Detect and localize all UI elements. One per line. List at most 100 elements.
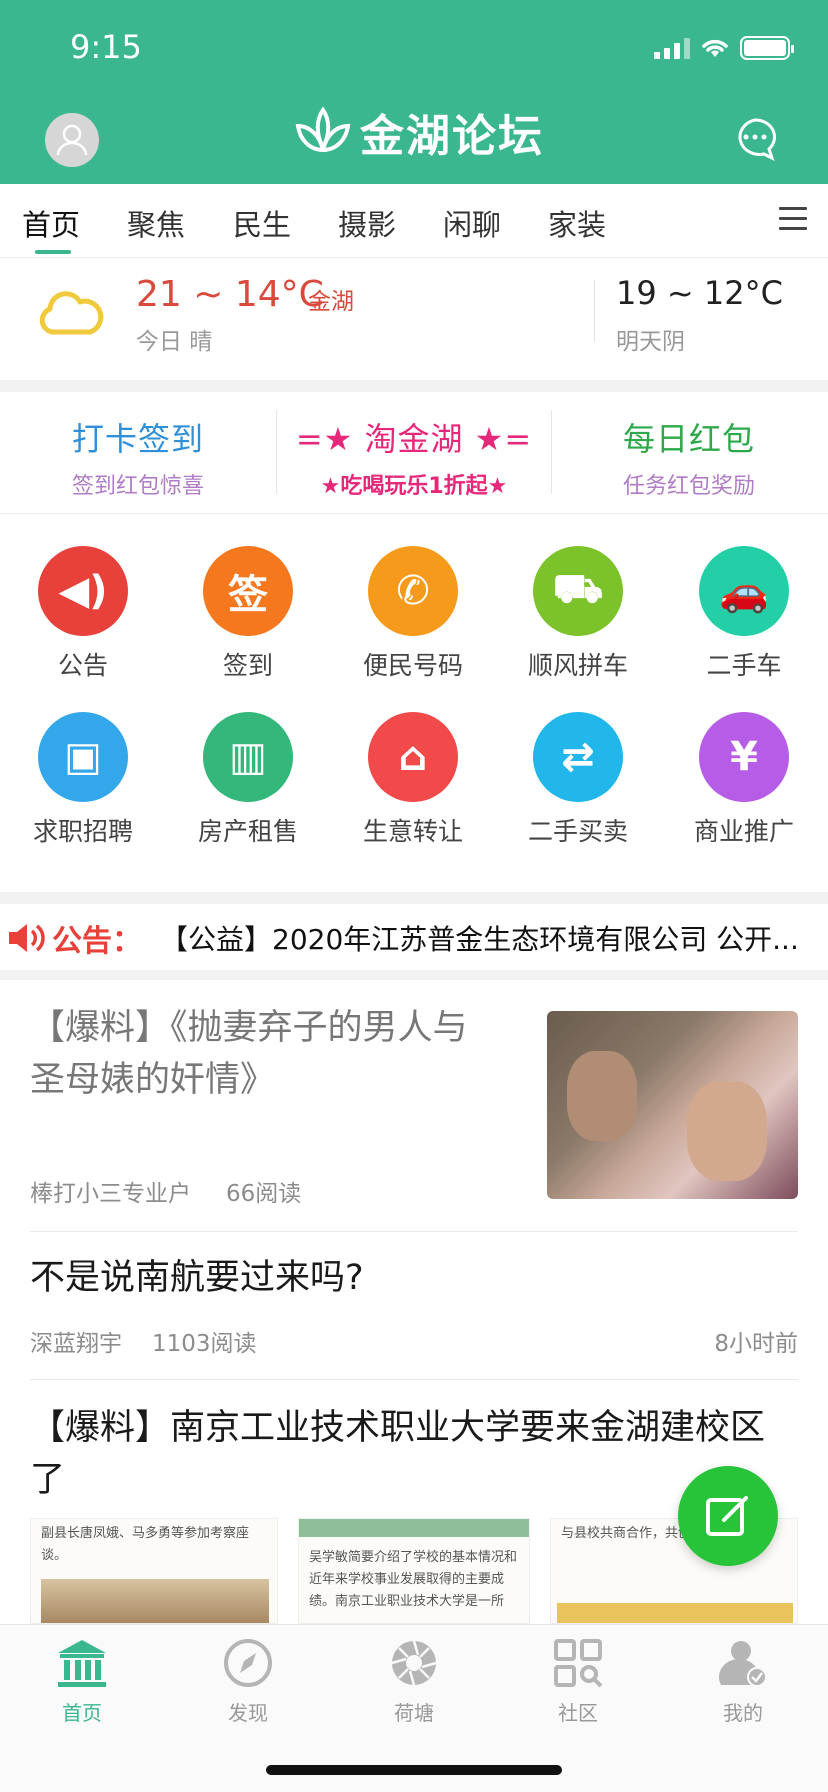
service-label: 便民号码 — [362, 651, 463, 680]
nav-community[interactable]: 社区 — [518, 1637, 638, 1726]
article-image[interactable]: 吴学敏简要介绍了学校的基本情况和近年来学校事业发展取得的主要成绩。南京工业职业技… — [298, 1518, 530, 1624]
menu-icon[interactable] — [779, 207, 807, 231]
tab-home-decor[interactable]: 家装 — [548, 202, 606, 244]
cloud-icon — [39, 291, 104, 335]
active-tab-indicator — [35, 250, 71, 254]
tomorrow-temperature: 19 ~ 12°C — [616, 274, 783, 312]
icon-glyph: ▥ — [229, 734, 267, 780]
service-label: 商业推广 — [693, 817, 794, 846]
home-indicator — [266, 1765, 562, 1775]
service-briefcase[interactable]: ▣ 求职招聘 — [13, 712, 153, 848]
icon-glyph: ¥ — [730, 734, 758, 780]
tomorrow-weather: 明天阴 — [616, 329, 685, 355]
chat-bubble-icon — [738, 118, 777, 161]
quick-link-title: 每日红包 — [622, 420, 755, 458]
article-item[interactable]: 【爆料】《抛妻弃子的男人与圣母婊的奸情》 — [30, 1002, 500, 1106]
yuan-icon: ¥ — [699, 712, 789, 802]
edit-icon — [706, 1496, 748, 1536]
tao-jinhu-link[interactable]: =★ 淘金湖 ★= ★吃喝玩乐1折起★ — [276, 392, 552, 514]
nav-discover[interactable]: 发现 — [188, 1637, 308, 1726]
service-car[interactable]: 🚗 二手车 — [674, 546, 814, 682]
icon-glyph: 签 — [228, 572, 268, 618]
photo-strip — [557, 1603, 793, 1623]
checkin-link[interactable]: 打卡签到 签到红包惊喜 — [0, 392, 276, 514]
meeting-photo — [41, 1579, 269, 1623]
icon-glyph: ✆ — [396, 568, 430, 614]
photo-face — [567, 1051, 637, 1141]
section-gap — [0, 892, 828, 904]
home-icon — [58, 1640, 106, 1687]
sign-in-icon: 签 — [203, 546, 293, 636]
service-label: 签到 — [222, 651, 273, 680]
icon-glyph: ⛟ — [552, 565, 604, 612]
tab-focus[interactable]: 聚焦 — [127, 202, 185, 244]
service-sign-in[interactable]: 签签到 — [178, 546, 318, 682]
section-gap — [0, 380, 828, 392]
quick-link-subtitle: 任务红包奖励 — [622, 474, 755, 499]
compass-icon — [224, 1639, 272, 1687]
nav-label: 荷塘 — [394, 1701, 434, 1725]
service-exchange[interactable]: ⇄ 二手买卖 — [508, 712, 648, 848]
article-title: 【爆料】《抛妻弃子的男人与圣母婊的奸情》 — [30, 1008, 468, 1100]
car-icon: 🚗 — [699, 546, 789, 636]
speaker-icon — [9, 924, 45, 952]
service-building[interactable]: ▥ 房产租售 — [178, 712, 318, 848]
notice-text: 【公益】2020年江苏普金生态环境有限公司 公开... — [160, 923, 799, 956]
service-carpool[interactable]: ⛟ 顺风拼车 — [508, 546, 648, 682]
user-avatar[interactable] — [45, 113, 99, 167]
notice-label: 公告： — [52, 924, 142, 959]
photo-face — [687, 1081, 767, 1181]
daily-red-packet-link[interactable]: 每日红包 任务红包奖励 — [551, 392, 827, 514]
nav-label: 首页 — [62, 1701, 102, 1725]
service-shop[interactable]: ⌂ 生意转让 — [343, 712, 483, 848]
compose-button[interactable] — [678, 1466, 778, 1566]
weather-panel: 21 ~ 14°C 金湖 今日 晴 19 ~ 12°C 明天阴 — [0, 258, 828, 380]
article-image[interactable]: 副县长唐凤娥、马多勇等参加考察座谈。 — [30, 1518, 278, 1624]
weather-location: 金湖 — [308, 289, 354, 315]
phone-icon: ✆ — [368, 546, 458, 636]
nav-lotus-pond[interactable]: 荷塘 — [354, 1637, 474, 1726]
top-header: 9:15 金湖论坛 — [0, 0, 828, 184]
building-icon: ▥ — [203, 712, 293, 802]
article-title: 【爆料】南京工业技术职业大学要来金湖建校区了 — [30, 1408, 766, 1500]
nav-mine[interactable]: 我的 — [683, 1637, 803, 1726]
article-item[interactable]: 【爆料】南京工业技术职业大学要来金湖建校区了 — [30, 1402, 770, 1506]
service-phone[interactable]: ✆ 便民号码 — [343, 546, 483, 682]
weather-divider — [594, 280, 595, 342]
quick-links: 打卡签到 签到红包惊喜 =★ 淘金湖 ★= ★吃喝玩乐1折起★ 每日红包 任务红… — [0, 392, 828, 514]
icon-glyph: 🚗 — [719, 568, 769, 615]
tab-chat[interactable]: 闲聊 — [443, 202, 501, 244]
service-label: 二手买卖 — [527, 817, 628, 846]
article-reads: 1103阅读 — [152, 1331, 257, 1357]
exchange-icon: ⇄ — [533, 712, 623, 802]
quick-link-title: =★ 淘金湖 ★= — [295, 420, 533, 458]
aperture-icon — [391, 1640, 437, 1686]
tab-photography[interactable]: 摄影 — [338, 202, 396, 244]
article-title: 不是说南航要过来吗? — [30, 1258, 364, 1298]
icon-glyph: ▣ — [64, 734, 102, 780]
nav-home[interactable]: 首页 — [22, 1637, 142, 1726]
message-button[interactable] — [732, 116, 778, 162]
briefcase-icon: ▣ — [38, 712, 128, 802]
app-logo: 金湖论坛 — [292, 100, 544, 164]
signal-icon — [654, 37, 690, 59]
notice-bar[interactable]: 公告： 【公益】2020年江苏普金生态环境有限公司 公开... — [0, 906, 828, 970]
channel-tabs: 首页 聚焦 民生 摄影 闲聊 家装 — [0, 184, 828, 258]
quick-link-subtitle: 签到红包惊喜 — [71, 474, 204, 499]
tab-home[interactable]: 首页 — [22, 202, 80, 244]
service-label: 房产租售 — [197, 817, 298, 846]
image-caption: 副县长唐凤娥、马多勇等参加考察座谈。 — [41, 1526, 250, 1563]
status-time: 9:15 — [70, 28, 142, 66]
service-speaker[interactable]: ◀) 公告 — [13, 546, 153, 682]
divider — [30, 1231, 798, 1232]
quick-link-subtitle: ★吃喝玩乐1折起★ — [320, 474, 508, 499]
service-label: 顺风拼车 — [527, 651, 628, 680]
icon-glyph: ⇄ — [561, 734, 595, 780]
grid-search-icon — [554, 1639, 603, 1688]
nav-label: 我的 — [723, 1701, 763, 1725]
tab-livelihood[interactable]: 民生 — [233, 202, 291, 244]
status-icons — [654, 36, 794, 60]
service-yuan[interactable]: ¥ 商业推广 — [674, 712, 814, 848]
article-item[interactable]: 不是说南航要过来吗? — [30, 1252, 798, 1304]
article-thumbnail[interactable] — [547, 1011, 798, 1199]
